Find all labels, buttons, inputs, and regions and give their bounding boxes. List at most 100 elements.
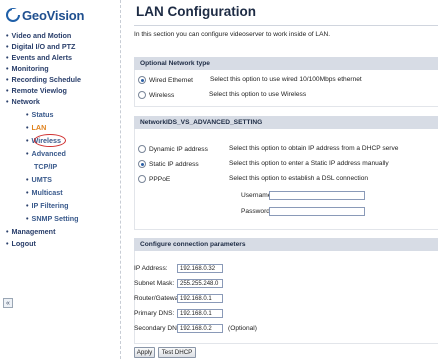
bullet-icon: •: [6, 64, 9, 73]
sidebar-item-label: SNMP Setting: [31, 214, 79, 223]
sidebar-item-label: Events and Alerts: [11, 53, 72, 62]
bullet-icon: •: [6, 42, 9, 51]
bullet-icon: •: [26, 214, 29, 223]
sidebar-subitem-snmp-setting[interactable]: • SNMP Setting: [26, 214, 79, 223]
sidebar-item-label: UMTS: [31, 175, 52, 184]
ip-mode-header: NetworkIDS_VS_ADVANCED_SETTING: [134, 116, 438, 129]
dynamic-ip-option[interactable]: Dynamic IP address: [138, 145, 208, 153]
sidebar-item-label: Logout: [11, 239, 36, 248]
wireless-desc: Select this option to use Wireless: [209, 91, 307, 98]
password-input[interactable]: [269, 207, 365, 216]
brand-name: GeoVision: [22, 7, 85, 23]
sidebar-item-recording-schedule[interactable]: • Recording Schedule: [6, 75, 81, 84]
bullet-icon: •: [26, 123, 29, 132]
wired-ethernet-desc: Select this option to use wired 10/100Mb…: [210, 76, 362, 83]
sidebar-item-label: Advanced: [31, 149, 66, 158]
bullet-icon: •: [26, 136, 29, 145]
bullet-icon: •: [26, 149, 29, 158]
sidebar-item-video-and-motion[interactable]: • Video and Motion: [6, 31, 71, 40]
sidebar-item-label: Monitoring: [11, 64, 49, 73]
apply-button[interactable]: Apply: [134, 347, 155, 358]
sidebar-item-logout[interactable]: • Logout: [6, 239, 36, 248]
sidebar-item-network[interactable]: • Network: [6, 97, 40, 106]
sidebar-item-label: Status: [31, 110, 54, 119]
geovision-logo-icon: [6, 8, 20, 22]
bullet-icon: •: [6, 97, 9, 106]
title-divider: [134, 25, 438, 26]
subnet-mask-label: Subnet Mask:: [134, 280, 175, 287]
bullet-icon: •: [6, 75, 9, 84]
primary-dns-input[interactable]: 192.168.0.1: [177, 309, 223, 318]
sidebar-item-label: Multicast: [31, 188, 63, 197]
bullet-icon: •: [26, 110, 29, 119]
secondary-dns-input[interactable]: 192.168.0.2: [177, 324, 223, 333]
dynamic-ip-label: Dynamic IP address: [149, 145, 208, 153]
sidebar-item-label: Video and Motion: [11, 31, 72, 40]
bullet-icon: •: [6, 227, 9, 236]
sidebar-item-label: Digital I/O and PTZ: [11, 42, 76, 51]
intro-text: In this section you can configure videos…: [134, 31, 331, 38]
wireless-radio[interactable]: [138, 91, 146, 99]
optional-note: (Optional): [228, 325, 257, 332]
sidebar-item-monitoring[interactable]: • Monitoring: [6, 64, 49, 73]
static-ip-desc: Select this option to enter a Static IP …: [229, 160, 389, 167]
bullet-icon: •: [26, 188, 29, 197]
sidebar-subitem-lan[interactable]: • LAN: [26, 123, 46, 132]
sidebar-item-label: Network: [11, 97, 40, 106]
test-dhcp-button[interactable]: Test DHCP: [158, 347, 196, 358]
dynamic-ip-radio[interactable]: [138, 145, 146, 153]
static-ip-label: Static IP address: [149, 160, 199, 168]
bullet-icon: •: [26, 201, 29, 210]
sidebar-item-management[interactable]: • Management: [6, 227, 55, 236]
static-ip-radio[interactable]: [138, 160, 146, 168]
pppoe-option[interactable]: PPPoE: [138, 175, 170, 183]
sidebar: GeoVision • Video and Motion • Digital I/O…: [0, 0, 120, 359]
sidebar-subitem-advanced[interactable]: • Advanced: [26, 149, 66, 158]
sidebar-item-remote-viewlog[interactable]: • Remote Viewlog: [6, 86, 67, 95]
bullet-icon: •: [6, 31, 9, 40]
collapse-sidebar-button[interactable]: «: [3, 298, 13, 308]
brand-logo[interactable]: GeoVision: [6, 5, 84, 25]
sidebar-item-label: Management: [11, 227, 56, 236]
password-label: Password:: [241, 208, 272, 215]
static-ip-option[interactable]: Static IP address: [138, 160, 199, 168]
sidebar-subitem-ip-filtering[interactable]: • IP Filtering: [26, 201, 69, 210]
wired-ethernet-label: Wired Ethernet: [149, 76, 193, 84]
sidebar-subitem-tcpip[interactable]: TCP/IP: [34, 162, 57, 171]
network-type-header: Optional Network type: [134, 57, 438, 70]
connection-header: Configure connection parameters: [134, 238, 438, 251]
sidebar-item-label: Recording Schedule: [11, 75, 82, 84]
primary-dns-label: Primary DNS:: [134, 310, 175, 317]
username-input[interactable]: [269, 191, 365, 200]
bullet-icon: •: [26, 175, 29, 184]
bullet-icon: •: [6, 239, 9, 248]
pppoe-desc: Select this option to establish a DSL co…: [229, 175, 369, 182]
pppoe-label: PPPoE: [149, 175, 171, 183]
ip-address-label: IP Address:: [134, 265, 168, 272]
secondary-dns-label: Secondary DNS:: [134, 325, 184, 332]
bullet-icon: •: [6, 53, 9, 62]
main-content: LAN Configuration In this section you ca…: [128, 0, 438, 359]
lan-highlight-circle: [34, 134, 66, 147]
ip-address-input[interactable]: 192.168.0.32: [177, 264, 223, 273]
sidebar-subitem-status[interactable]: • Status: [26, 110, 54, 119]
sidebar-subitem-umts[interactable]: • UMTS: [26, 175, 52, 184]
sidebar-divider: [120, 0, 121, 359]
bullet-icon: •: [6, 86, 9, 95]
sidebar-item-events-and-alerts[interactable]: • Events and Alerts: [6, 53, 72, 62]
wired-ethernet-option[interactable]: Wired Ethernet: [138, 76, 193, 84]
sidebar-item-digital-io-ptz[interactable]: • Digital I/O and PTZ: [6, 42, 75, 51]
dynamic-ip-desc: Select this option to obtain IP address …: [229, 145, 399, 152]
sidebar-subitem-multicast[interactable]: • Multicast: [26, 188, 63, 197]
gateway-input[interactable]: 192.168.0.1: [177, 294, 223, 303]
pppoe-radio[interactable]: [138, 175, 146, 183]
sidebar-item-label: LAN: [31, 123, 47, 132]
sidebar-item-label: TCP/IP: [34, 162, 58, 171]
page-title: LAN Configuration: [136, 4, 256, 19]
wireless-option[interactable]: Wireless: [138, 91, 174, 99]
subnet-mask-input[interactable]: 255.255.248.0: [177, 279, 223, 288]
wired-ethernet-radio[interactable]: [138, 76, 146, 84]
sidebar-item-label: Remote Viewlog: [11, 86, 67, 95]
wireless-label: Wireless: [149, 91, 175, 99]
sidebar-item-label: IP Filtering: [31, 201, 69, 210]
